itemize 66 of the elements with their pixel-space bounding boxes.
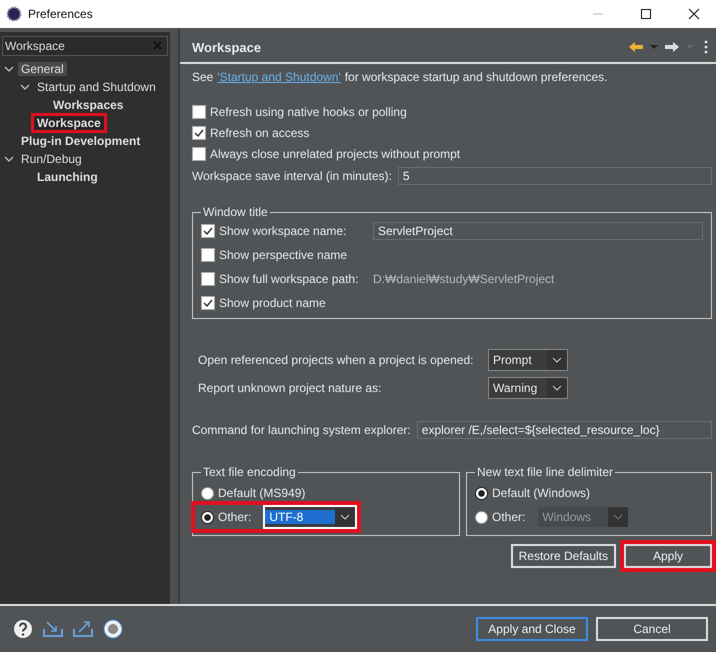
checkbox[interactable] — [192, 105, 206, 119]
encoding-dropdown[interactable]: UTF-8 — [263, 505, 358, 529]
checkbox-label: Refresh on access — [210, 126, 310, 140]
maximize-icon[interactable] — [640, 8, 652, 20]
tree-item[interactable]: Workspaces — [50, 98, 126, 112]
back-arrow-icon[interactable] — [628, 41, 644, 53]
tree-item[interactable]: Plug-in Development — [18, 134, 144, 148]
filter-field[interactable]: Workspace — [2, 36, 168, 56]
group-title: Window title — [202, 205, 269, 219]
more-icon[interactable] — [704, 40, 708, 54]
expand-icon[interactable] — [4, 64, 14, 74]
checkbox-label: Show product name — [219, 296, 327, 310]
field-label: Command for launching system explorer: — [192, 423, 411, 437]
checkbox-label: Refresh using native hooks or polling — [210, 105, 407, 119]
tree-item[interactable]: Startup and Shutdown — [34, 80, 159, 94]
explorer-command-field[interactable]: explorer /E,/select=${selected_resource_loc} — [416, 421, 712, 439]
intro-text: for workspace startup and shutdown preferences. — [344, 70, 608, 84]
intro-text: See — [192, 70, 214, 84]
import-icon[interactable] — [42, 619, 64, 639]
page-title: Workspace — [192, 40, 262, 54]
record-icon[interactable] — [102, 619, 124, 639]
dropdown-label: Report unknown project nature as: — [198, 381, 382, 395]
dropdown[interactable]: Warning — [488, 377, 568, 399]
checkbox[interactable] — [201, 248, 215, 262]
field-label: Workspace save interval (in minutes): — [192, 169, 392, 183]
forward-arrow-icon[interactable] — [664, 41, 680, 53]
dialog-button[interactable]: Apply and Close — [476, 617, 588, 641]
tree-item[interactable]: Run/Debug — [18, 152, 85, 166]
checkbox-label: Always close unrelated projects without prompt — [210, 147, 460, 161]
dialog-button[interactable]: Cancel — [596, 617, 708, 641]
dropdown[interactable]: Prompt — [488, 349, 568, 371]
workspace-path: D:₩daniel₩study₩ServletProject — [373, 272, 554, 286]
expand-icon[interactable] — [4, 154, 14, 164]
radio-label: Default (MS949) — [218, 486, 306, 500]
radio-label: Other: — [492, 510, 526, 524]
window-title: Preferences — [28, 7, 93, 21]
tree-item[interactable]: Launching — [34, 170, 101, 184]
chevron-icon[interactable] — [335, 507, 356, 527]
checkbox-label: Show perspective name — [219, 248, 348, 262]
app-icon — [6, 6, 22, 22]
chevron-icon[interactable] — [547, 350, 567, 370]
radio-label: Other: — [218, 510, 252, 524]
checkbox-label: Show workspace name: — [219, 224, 348, 238]
page-button[interactable]: Restore Defaults — [510, 544, 616, 568]
export-icon[interactable] — [72, 619, 94, 639]
chevron-icon[interactable] — [547, 378, 567, 398]
workspace-name-field[interactable]: ServletProject — [373, 222, 703, 240]
help-icon[interactable] — [12, 619, 34, 639]
checkbox[interactable] — [201, 224, 215, 238]
radio-button[interactable] — [201, 486, 214, 500]
tree-item[interactable]: Workspace — [34, 116, 104, 130]
checkbox[interactable] — [201, 272, 215, 286]
group-title: New text file line delimiter — [476, 465, 614, 479]
interval-field[interactable]: 5 — [398, 167, 712, 185]
checkbox[interactable] — [192, 126, 206, 140]
checkbox-label: Show full workspace path: — [219, 272, 360, 286]
expand-icon[interactable] — [20, 82, 30, 92]
radio-button[interactable] — [201, 510, 214, 524]
radio-label: Default (Windows) — [492, 486, 590, 500]
radio-button[interactable] — [475, 486, 488, 500]
checkbox[interactable] — [192, 147, 206, 161]
tree-item[interactable]: General — [18, 62, 67, 76]
checkbox[interactable] — [201, 296, 215, 310]
group-title: Text file encoding — [202, 465, 297, 479]
dropdown-label: Open referenced projects when a project is opened: — [198, 353, 475, 367]
close-icon[interactable] — [688, 8, 700, 20]
